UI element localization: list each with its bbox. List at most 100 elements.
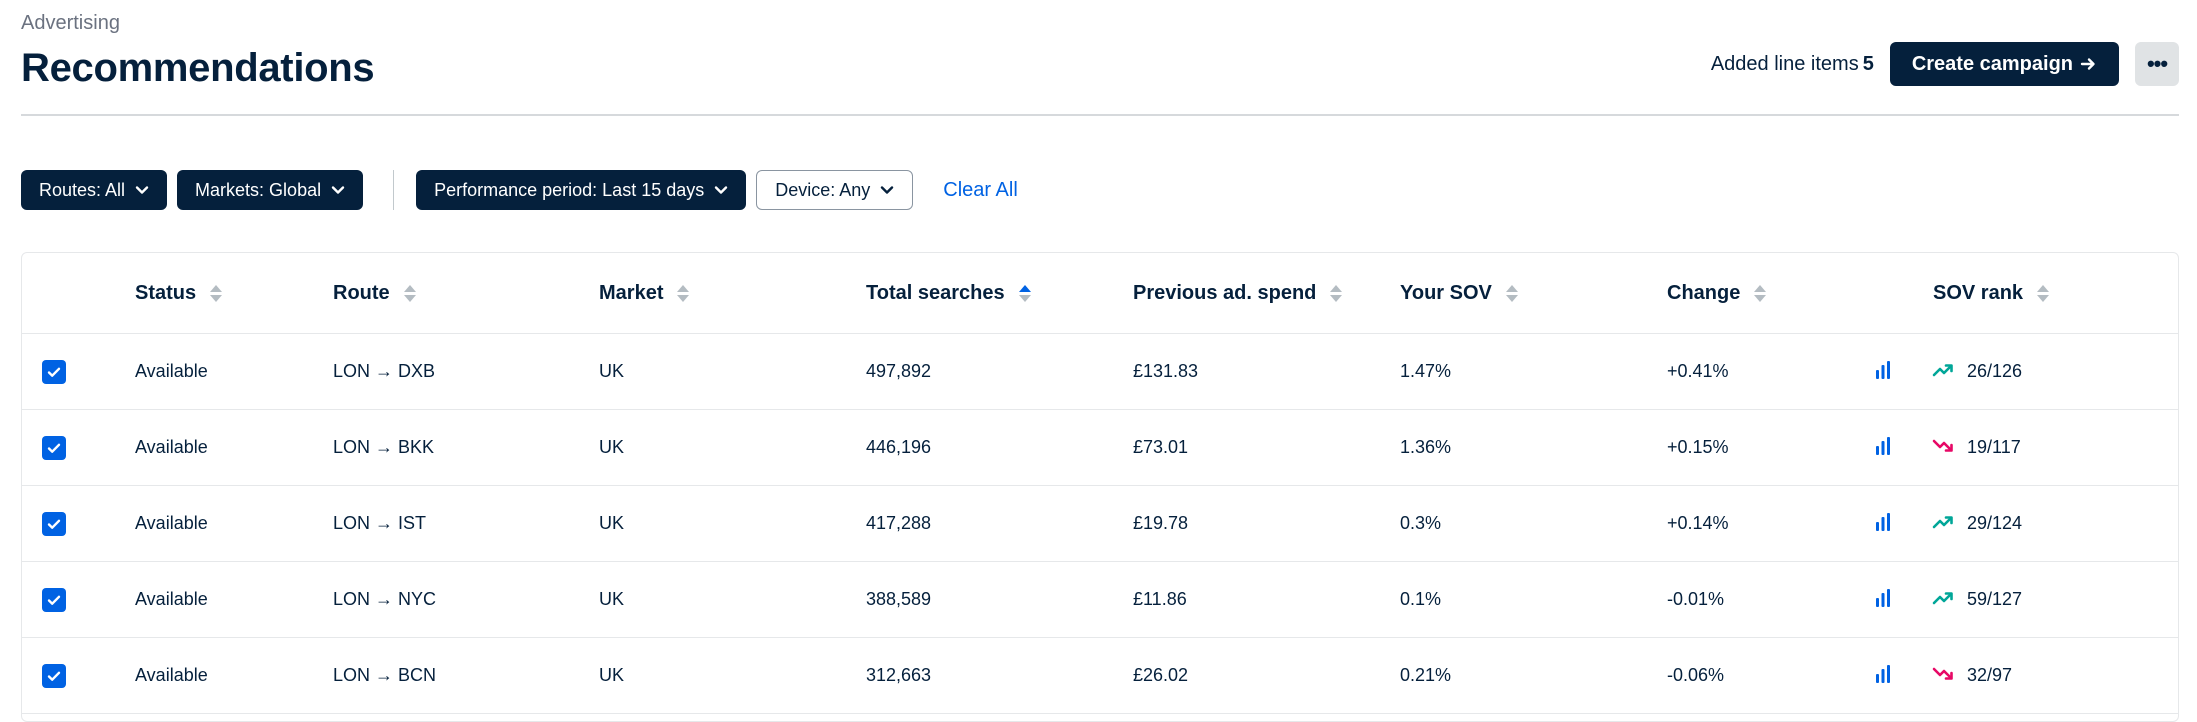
- filter-bar: Routes: All Markets: Global Performance …: [21, 170, 1018, 210]
- column-previous-ad-spend-label: Previous ad. spend: [1133, 281, 1317, 304]
- market-cell: UK: [599, 513, 625, 533]
- sort-icon: [1330, 284, 1343, 302]
- column-your-sov-label: Your SOV: [1400, 281, 1492, 304]
- route-cell: LON → NYC: [333, 589, 437, 609]
- header-actions: Added line items 5 Create campaign •••: [1711, 42, 2179, 86]
- added-line-items-count: 5: [1862, 52, 1874, 75]
- checkmark-icon: [47, 367, 61, 377]
- trend-down-icon: [1932, 667, 1953, 680]
- device-filter-label: Device: Any: [775, 179, 871, 200]
- sov-rank-cell: 19/117: [1967, 437, 2021, 457]
- breadcrumb[interactable]: Advertising: [21, 12, 120, 35]
- column-route-label: Route: [333, 281, 390, 304]
- table-row: Available LON → BKK UK 446,196 £73.01 1.…: [22, 410, 2178, 486]
- table-header: Status Route Market Total searches Previ…: [22, 253, 2178, 334]
- table-row: Available LON → NYC UK 388,589 £11.86 0.…: [22, 562, 2178, 638]
- routes-filter[interactable]: Routes: All: [21, 170, 168, 210]
- market-cell: UK: [599, 361, 625, 381]
- column-status-label: Status: [135, 281, 197, 304]
- bar-chart-icon[interactable]: [1875, 664, 1891, 684]
- bar-chart-icon[interactable]: [1875, 360, 1891, 380]
- market-cell: UK: [599, 437, 625, 457]
- row-checkbox[interactable]: [42, 360, 66, 384]
- change-cell: +0.41%: [1667, 361, 1729, 381]
- column-status[interactable]: Status: [135, 253, 223, 333]
- previous-ad-spend-cell: £26.02: [1133, 665, 1189, 685]
- chevron-down-icon: [331, 186, 345, 194]
- column-route[interactable]: Route: [333, 253, 416, 333]
- column-change-label: Change: [1667, 281, 1741, 304]
- sov-rank-cell: 26/126: [1967, 361, 2023, 381]
- column-sov-rank-label: SOV rank: [1933, 281, 2024, 304]
- previous-ad-spend-cell: £11.86: [1133, 589, 1187, 609]
- trend-down-icon: [1932, 439, 1953, 452]
- status-cell: Available: [135, 665, 208, 685]
- chevron-down-icon: [715, 186, 728, 194]
- previous-ad-spend-cell: £73.01: [1133, 437, 1189, 457]
- total-searches-cell: 312,663: [866, 665, 932, 685]
- previous-ad-spend-cell: £19.78: [1133, 513, 1189, 533]
- sort-icon: [210, 284, 223, 302]
- column-sov-rank[interactable]: SOV rank: [1933, 253, 2050, 333]
- performance-period-filter[interactable]: Performance period: Last 15 days: [416, 170, 747, 210]
- sov-rank-cell: 32/97: [1967, 665, 2013, 685]
- added-line-items: Added line items 5: [1711, 53, 1874, 76]
- status-cell: Available: [135, 437, 208, 457]
- route-cell: LON → IST: [333, 513, 427, 533]
- page-title: Recommendations: [21, 46, 375, 90]
- total-searches-cell: 417,288: [866, 513, 932, 533]
- bar-chart-icon[interactable]: [1875, 588, 1891, 608]
- checkmark-icon: [47, 595, 61, 605]
- recommendations-table: Status Route Market Total searches Previ…: [21, 252, 2179, 722]
- clear-all-link[interactable]: Clear All: [943, 179, 1017, 202]
- markets-filter-label: Markets: Global: [195, 179, 322, 200]
- change-cell: -0.06%: [1667, 665, 1725, 685]
- chevron-down-icon: [881, 186, 894, 194]
- column-total-searches[interactable]: Total searches: [866, 253, 1031, 333]
- change-cell: +0.15%: [1667, 437, 1729, 457]
- row-checkbox[interactable]: [42, 436, 66, 460]
- device-filter[interactable]: Device: Any: [756, 170, 914, 210]
- status-cell: Available: [135, 361, 208, 381]
- trend-down-indicator: [1932, 666, 1954, 687]
- route-cell: LON → DXB: [333, 361, 436, 381]
- route-cell: LON → BKK: [333, 437, 435, 457]
- checkmark-icon: [47, 443, 61, 453]
- sort-icon: [1505, 284, 1518, 302]
- previous-ad-spend-cell: £131.83: [1133, 361, 1199, 381]
- more-options-icon: •••: [2146, 51, 2168, 76]
- sort-icon: [2037, 284, 2050, 302]
- trend-up-indicator: [1932, 362, 1954, 383]
- column-change[interactable]: Change: [1667, 253, 1767, 333]
- total-searches-cell: 388,589: [866, 589, 932, 609]
- sort-ascending-icon: [1018, 284, 1031, 302]
- change-cell: -0.01%: [1667, 589, 1725, 609]
- header-divider: [21, 114, 2179, 116]
- trend-up-icon: [1932, 592, 1953, 605]
- column-market[interactable]: Market: [599, 253, 690, 333]
- markets-filter[interactable]: Markets: Global: [177, 170, 364, 210]
- row-checkbox[interactable]: [42, 512, 66, 536]
- your-sov-cell: 0.3%: [1400, 513, 1442, 533]
- bar-chart-icon[interactable]: [1875, 436, 1891, 456]
- create-campaign-button[interactable]: Create campaign: [1889, 42, 2119, 86]
- row-checkbox[interactable]: [42, 588, 66, 612]
- bar-chart-icon[interactable]: [1875, 512, 1891, 532]
- column-market-label: Market: [599, 281, 664, 304]
- column-previous-ad-spend[interactable]: Previous ad. spend: [1133, 253, 1343, 333]
- your-sov-cell: 0.1%: [1400, 589, 1442, 609]
- table-row: Available LON → DXB UK 497,892 £131.83 1…: [22, 334, 2178, 410]
- table-body: Available LON → DXB UK 497,892 £131.83 1…: [22, 334, 2178, 714]
- added-line-items-label: Added line items: [1710, 52, 1859, 75]
- total-searches-cell: 446,196: [866, 437, 932, 457]
- checkmark-icon: [47, 519, 61, 529]
- table-row: Available LON → IST UK 417,288 £19.78 0.…: [22, 486, 2178, 562]
- row-checkbox[interactable]: [42, 664, 66, 688]
- sort-icon: [1754, 284, 1767, 302]
- column-your-sov[interactable]: Your SOV: [1400, 253, 1518, 333]
- more-options-button[interactable]: •••: [2135, 42, 2179, 86]
- column-total-searches-label: Total searches: [866, 281, 1005, 304]
- status-cell: Available: [135, 513, 208, 533]
- sort-icon: [403, 284, 416, 302]
- performance-period-label: Performance period: Last 15 days: [434, 179, 705, 200]
